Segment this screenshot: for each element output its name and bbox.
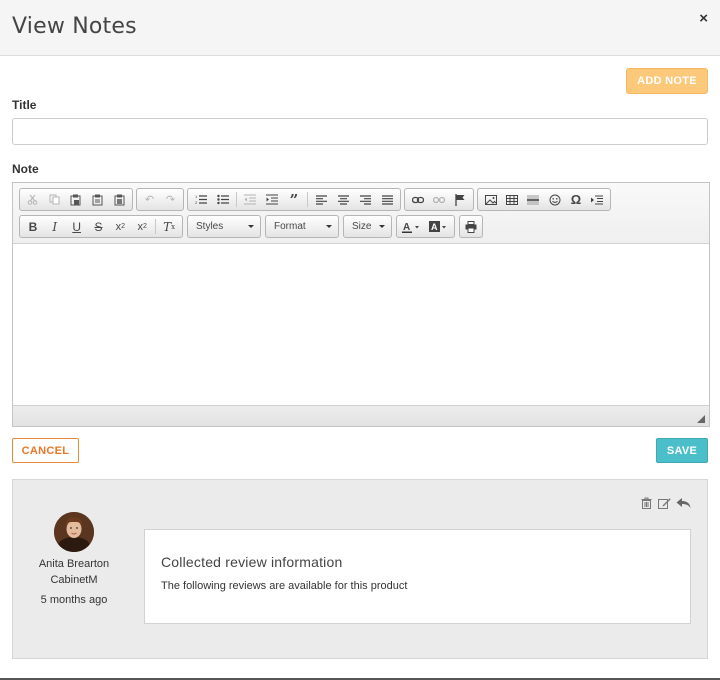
chevron-down-icon xyxy=(326,225,332,228)
superscript-icon[interactable]: x2 xyxy=(131,217,153,236)
modal-title: View Notes xyxy=(12,14,137,39)
toolbar-separator xyxy=(307,192,308,207)
insert-group: Ω xyxy=(477,188,611,211)
decrease-indent-icon[interactable] xyxy=(239,190,261,209)
link-group xyxy=(404,188,474,211)
paste-icon[interactable] xyxy=(65,190,87,209)
reply-icon[interactable] xyxy=(675,496,691,510)
cancel-button[interactable]: CANCEL xyxy=(12,438,79,463)
table-icon[interactable] xyxy=(501,190,522,209)
trash-icon[interactable] xyxy=(639,496,653,510)
subscript-icon[interactable]: x2 xyxy=(109,217,131,236)
print-group xyxy=(459,215,483,238)
note-editor-body[interactable] xyxy=(13,244,709,405)
redo-icon[interactable]: ↷ xyxy=(160,190,181,209)
size-dropdown-label: Size xyxy=(352,221,372,232)
anchor-icon[interactable] xyxy=(450,190,471,209)
note-card: Anita Brearton CabinetM 5 months ago Col… xyxy=(12,479,708,659)
basic-styles-group: B I U S x2 x2 Tx xyxy=(19,215,183,238)
increase-indent-icon[interactable] xyxy=(261,190,283,209)
chevron-down-icon xyxy=(248,225,254,228)
modal-header: View Notes × xyxy=(0,0,720,56)
justify-icon[interactable] xyxy=(376,190,398,209)
note-title: Collected review information xyxy=(161,554,343,570)
text-color-icon[interactable]: A xyxy=(399,217,426,236)
link-icon[interactable] xyxy=(407,190,428,209)
page-break-icon[interactable] xyxy=(587,190,608,209)
add-note-button[interactable]: ADD NOTE xyxy=(626,68,708,94)
editor-footer xyxy=(13,405,709,426)
svg-text:1: 1 xyxy=(195,194,198,199)
special-char-icon[interactable]: Ω xyxy=(565,190,586,209)
note-timestamp: 5 months ago xyxy=(40,594,108,606)
note-label: Note xyxy=(12,162,39,176)
horizontal-line-icon[interactable] xyxy=(523,190,544,209)
bold-icon[interactable]: B xyxy=(22,217,44,236)
author-name: Anita Brearton xyxy=(38,558,110,570)
toolbar-separator xyxy=(155,219,157,234)
remove-format-icon[interactable]: Tx xyxy=(158,217,180,236)
paste-text-icon[interactable] xyxy=(87,190,109,209)
note-actions xyxy=(639,496,691,510)
author-company: CabinetM xyxy=(50,574,98,586)
align-right-icon[interactable] xyxy=(354,190,376,209)
paste-word-icon[interactable] xyxy=(108,190,130,209)
blockquote-icon[interactable]: ” xyxy=(283,190,305,209)
align-center-icon[interactable] xyxy=(332,190,354,209)
close-icon[interactable]: × xyxy=(699,10,708,27)
editor-toolbar: ↶ ↷ 12 ” Ω B I U S x 2 x 2 T x Styles Fo… xyxy=(13,183,709,244)
underline-icon[interactable]: U xyxy=(66,217,88,236)
title-input[interactable] xyxy=(12,118,708,145)
clipboard-group xyxy=(19,188,133,211)
unlink-icon[interactable] xyxy=(428,190,449,209)
svg-text:2: 2 xyxy=(195,200,198,205)
print-icon[interactable] xyxy=(462,217,480,236)
note-text: The following reviews are available for … xyxy=(161,580,408,592)
svg-text:A: A xyxy=(431,222,438,232)
toolbar-separator xyxy=(236,192,237,207)
copy-icon[interactable] xyxy=(44,190,66,209)
note-content: Collected review information The followi… xyxy=(144,529,691,624)
undo-icon[interactable]: ↶ xyxy=(139,190,160,209)
format-dropdown[interactable]: Format xyxy=(265,215,339,238)
align-left-icon[interactable] xyxy=(310,190,332,209)
styles-dropdown-label: Styles xyxy=(196,221,224,232)
color-group: A A xyxy=(396,215,455,238)
rich-text-editor: ↶ ↷ 12 ” Ω B I U S x 2 x 2 T x Styles Fo… xyxy=(12,182,710,427)
italic-icon[interactable]: I xyxy=(44,217,66,236)
bulleted-list-icon[interactable] xyxy=(212,190,234,209)
save-button[interactable]: SAVE xyxy=(656,438,708,463)
smiley-icon[interactable] xyxy=(544,190,565,209)
avatar xyxy=(54,512,94,552)
chevron-down-icon xyxy=(379,225,385,228)
view-notes-modal: View Notes × ADD NOTE Title Note ↶ ↷ 1 2… xyxy=(0,0,720,680)
resize-handle-icon[interactable] xyxy=(697,415,705,423)
size-dropdown[interactable]: Size xyxy=(343,215,392,238)
title-label: Title xyxy=(12,98,37,112)
cut-icon[interactable] xyxy=(22,190,44,209)
bg-color-icon[interactable]: A xyxy=(426,217,453,236)
svg-text:A: A xyxy=(403,222,410,233)
strike-icon[interactable]: S xyxy=(88,217,110,236)
styles-dropdown[interactable]: Styles xyxy=(187,215,261,238)
image-icon[interactable] xyxy=(480,190,501,209)
format-dropdown-label: Format xyxy=(274,221,306,232)
edit-icon[interactable] xyxy=(657,496,671,510)
undo-group: ↶ ↷ xyxy=(136,188,184,211)
paragraph-group: 12 ” xyxy=(187,188,401,211)
numbered-list-icon[interactable]: 12 xyxy=(190,190,212,209)
